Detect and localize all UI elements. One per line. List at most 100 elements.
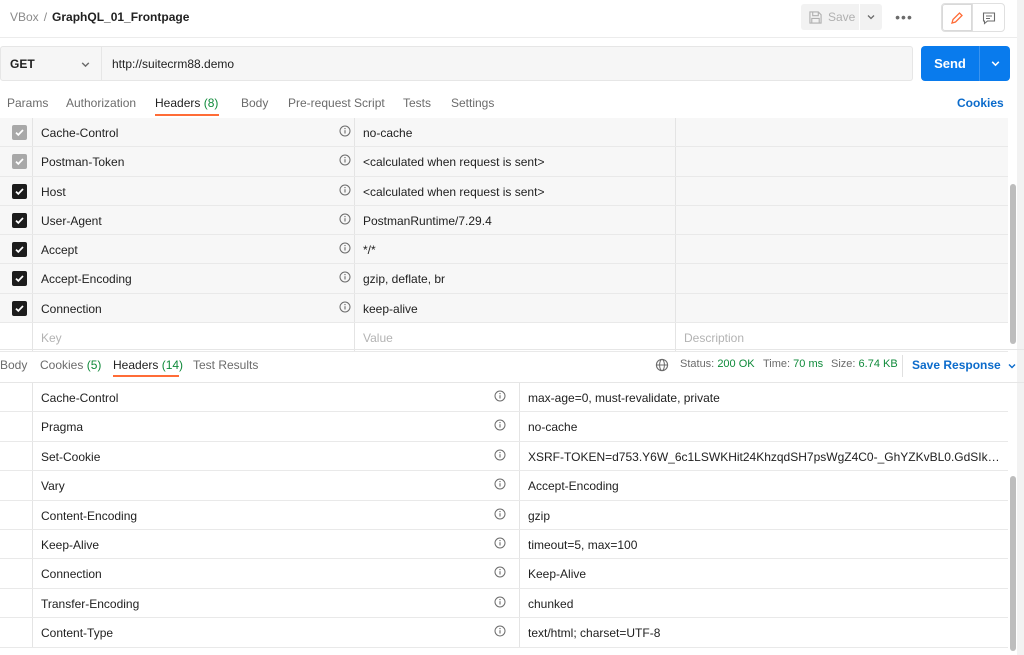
header-value[interactable]: no-cache bbox=[363, 126, 412, 140]
header-value[interactable]: <calculated when request is sent> bbox=[363, 185, 544, 199]
new-header-key-input[interactable]: Key bbox=[41, 331, 62, 345]
send-button[interactable]: Send bbox=[921, 56, 979, 71]
edit-mode-button[interactable] bbox=[942, 4, 973, 31]
column-divider bbox=[32, 205, 33, 235]
column-divider bbox=[32, 293, 33, 323]
header-enabled-checkbox[interactable] bbox=[12, 300, 27, 316]
header-value[interactable]: keep-alive bbox=[363, 302, 418, 316]
new-header-row: Key Value Description bbox=[0, 323, 1008, 353]
request-scrollbar[interactable] bbox=[1010, 184, 1016, 344]
header-key[interactable]: Accept bbox=[41, 243, 78, 257]
response-header-key: Keep-Alive bbox=[41, 537, 100, 552]
tab-response-cookies[interactable]: Cookies (5) bbox=[40, 358, 101, 372]
request-tabs: Params Authorization Headers (8) Body Pr… bbox=[0, 88, 1024, 118]
request-name[interactable]: GraphQL_01_Frontpage bbox=[52, 10, 189, 24]
tab-authorization[interactable]: Authorization bbox=[66, 96, 136, 110]
column-divider bbox=[32, 441, 33, 471]
info-icon[interactable] bbox=[494, 478, 506, 493]
tab-body[interactable]: Body bbox=[241, 96, 268, 110]
info-icon[interactable] bbox=[339, 125, 351, 140]
header-key[interactable]: Accept-Encoding bbox=[41, 272, 132, 286]
info-icon[interactable] bbox=[494, 449, 506, 464]
send-options-button[interactable] bbox=[980, 58, 1010, 69]
header-key[interactable]: Host bbox=[41, 185, 66, 199]
method-select[interactable]: GET bbox=[0, 46, 102, 81]
breadcrumb-separator: / bbox=[43, 10, 48, 24]
tab-response-headers[interactable]: Headers (14) bbox=[113, 358, 183, 372]
pencil-icon bbox=[951, 11, 963, 24]
info-icon[interactable] bbox=[494, 419, 506, 434]
header-key[interactable]: User-Agent bbox=[41, 214, 102, 228]
save-response-button[interactable]: Save Response bbox=[912, 358, 1017, 372]
header-value[interactable]: */* bbox=[363, 243, 376, 257]
info-icon[interactable] bbox=[494, 537, 506, 552]
info-icon[interactable] bbox=[339, 271, 351, 286]
response-header-row: Content-Type text/html; charset=UTF-8 bbox=[0, 618, 1008, 648]
response-size[interactable]: Size: 6.74 KB bbox=[831, 358, 898, 370]
response-header-value: Accept-Encoding bbox=[528, 479, 619, 494]
tab-test-results[interactable]: Test Results bbox=[193, 358, 258, 372]
header-enabled-checkbox[interactable] bbox=[12, 125, 27, 140]
response-header-row: Keep-Alive timeout=5, max=100 bbox=[0, 529, 1008, 560]
tab-response-body[interactable]: Body bbox=[0, 358, 27, 372]
column-divider bbox=[354, 235, 355, 264]
header-value[interactable]: PostmanRuntime/7.29.4 bbox=[363, 214, 492, 228]
header-enabled-checkbox[interactable] bbox=[12, 271, 27, 287]
response-header-key: Set-Cookie bbox=[41, 449, 101, 464]
response-scrollbar[interactable] bbox=[1010, 476, 1016, 651]
more-options-button[interactable]: ••• bbox=[893, 4, 915, 30]
column-divider bbox=[675, 176, 676, 205]
chevron-down-icon bbox=[991, 61, 999, 67]
info-icon[interactable] bbox=[494, 508, 506, 523]
response-header-key: Cache-Control bbox=[41, 391, 119, 405]
tab-tests[interactable]: Tests bbox=[403, 96, 431, 110]
header-value[interactable]: gzip, deflate, br bbox=[363, 272, 445, 286]
comments-button[interactable] bbox=[973, 4, 1004, 31]
header-enabled-checkbox[interactable] bbox=[12, 183, 27, 199]
new-header-value-input[interactable]: Value bbox=[363, 331, 393, 345]
response-header-row: Content-Encoding gzip bbox=[0, 500, 1008, 530]
save-button[interactable]: Save bbox=[801, 4, 859, 30]
column-divider bbox=[519, 529, 520, 559]
tab-params[interactable]: Params bbox=[7, 96, 48, 110]
globe-icon[interactable] bbox=[655, 358, 669, 372]
response-header-value: Keep-Alive bbox=[528, 567, 587, 582]
url-input[interactable]: http://suitecrm88.demo bbox=[102, 46, 913, 81]
info-icon[interactable] bbox=[494, 596, 506, 611]
new-header-description-input[interactable]: Description bbox=[684, 331, 744, 345]
tab-pre-request-script[interactable]: Pre-request Script bbox=[288, 96, 385, 110]
tab-headers[interactable]: Headers (8) bbox=[155, 96, 218, 110]
info-icon[interactable] bbox=[339, 301, 351, 316]
column-divider bbox=[32, 147, 33, 176]
header-enabled-checkbox[interactable] bbox=[12, 212, 27, 228]
header-key[interactable]: Connection bbox=[41, 302, 102, 316]
info-icon[interactable] bbox=[339, 184, 351, 199]
info-icon[interactable] bbox=[339, 242, 351, 257]
info-icon[interactable] bbox=[494, 566, 506, 581]
column-divider bbox=[354, 264, 355, 293]
breadcrumb: VBox / GraphQL_01_Frontpage bbox=[10, 10, 189, 24]
header-value[interactable]: <calculated when request is sent> bbox=[363, 155, 544, 169]
tab-settings[interactable]: Settings bbox=[451, 96, 494, 110]
save-options-button[interactable] bbox=[860, 4, 882, 30]
response-bar: Body Cookies (5) Headers (14) Test Resul… bbox=[0, 349, 1024, 383]
response-time[interactable]: Time: 70 ms bbox=[763, 358, 823, 370]
info-icon[interactable] bbox=[339, 213, 351, 228]
column-divider bbox=[519, 441, 520, 471]
column-divider bbox=[32, 264, 33, 293]
info-icon[interactable] bbox=[339, 154, 351, 169]
info-icon[interactable] bbox=[494, 625, 506, 640]
scroll-track bbox=[1017, 0, 1024, 655]
column-divider bbox=[32, 412, 33, 441]
header-enabled-checkbox[interactable] bbox=[12, 242, 27, 258]
header-key[interactable]: Postman-Token bbox=[41, 155, 124, 169]
column-divider bbox=[32, 235, 33, 264]
header-enabled-checkbox[interactable] bbox=[12, 154, 27, 170]
request-header-row: Postman-Token <calculated when request is… bbox=[0, 147, 1008, 177]
cookies-link[interactable]: Cookies bbox=[957, 96, 1004, 110]
info-icon[interactable] bbox=[494, 390, 506, 405]
header-key[interactable]: Cache-Control bbox=[41, 126, 118, 140]
column-divider bbox=[675, 205, 676, 235]
breadcrumb-workspace[interactable]: VBox bbox=[10, 10, 39, 24]
response-status[interactable]: Status: 200 OK bbox=[680, 358, 755, 370]
